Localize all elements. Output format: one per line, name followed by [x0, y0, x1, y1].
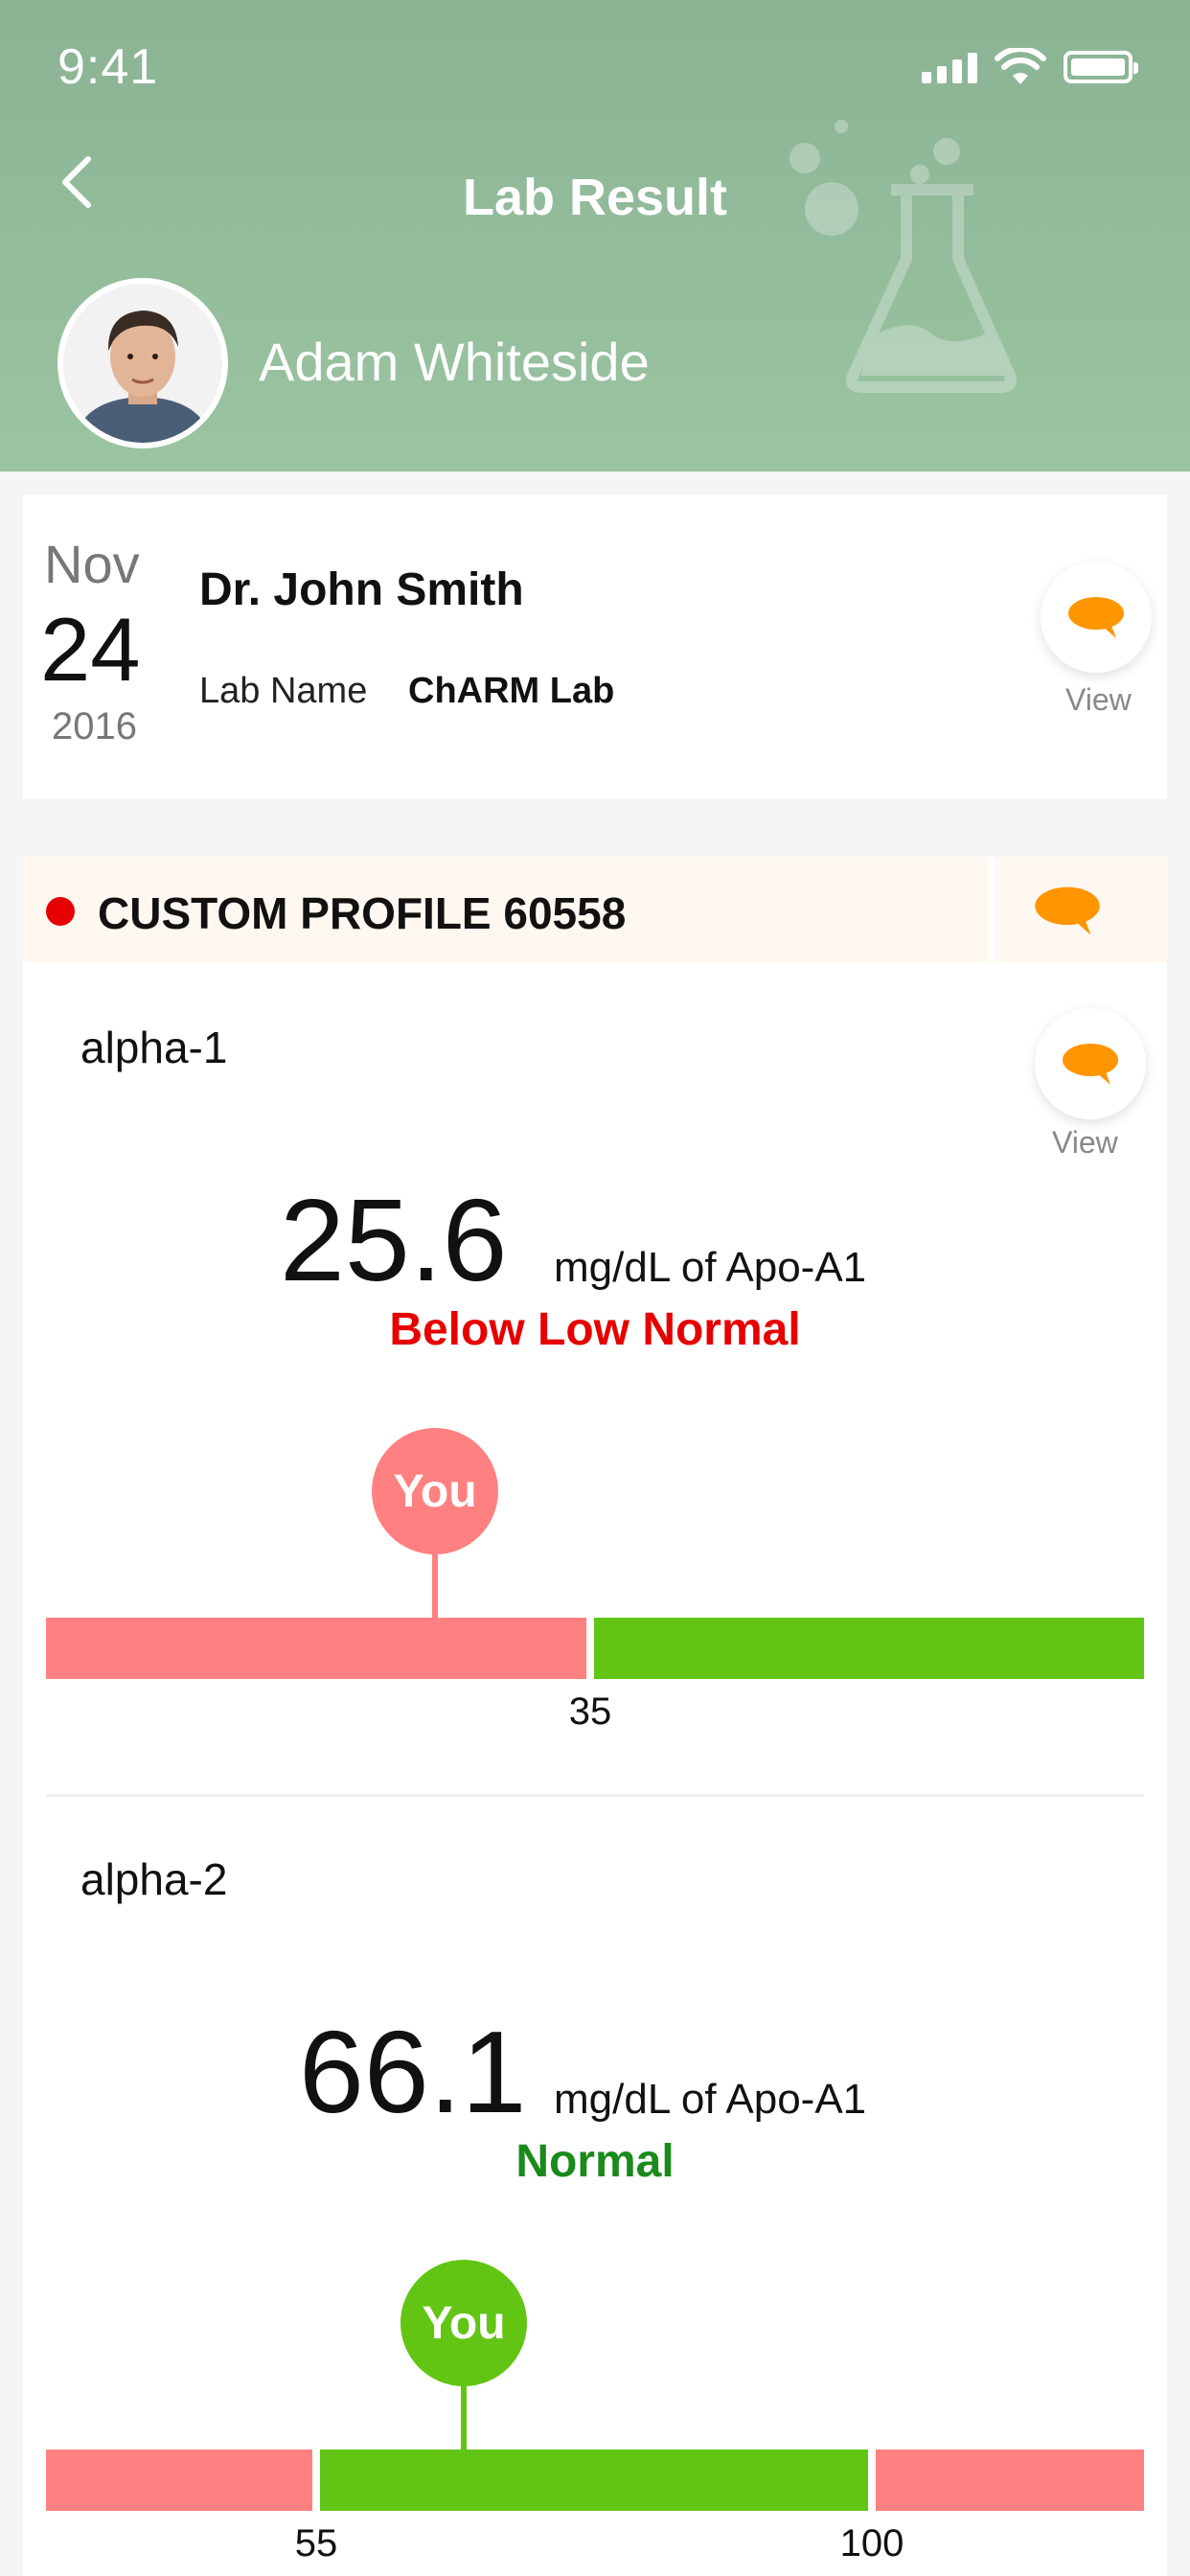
- you-marker-label: You: [393, 1465, 477, 1517]
- header: 9:41 Lab Result Adam Whiteside: [0, 0, 1190, 472]
- doctor-name: Dr. John Smith: [199, 564, 524, 615]
- profile-header: CUSTOM PROFILE 60558: [23, 857, 1167, 962]
- avatar[interactable]: [57, 278, 228, 448]
- divider: [46, 1794, 1144, 1797]
- threshold-label: 100: [839, 2522, 904, 2564]
- test-status: Below Low Normal: [389, 1304, 801, 1355]
- range-low: [46, 1618, 586, 1679]
- test-name: alpha-1: [80, 1023, 228, 1072]
- you-marker: You: [372, 1428, 498, 1554]
- marker-stem: [461, 2384, 467, 2450]
- wifi-icon: [995, 48, 1046, 84]
- visit-month: Nov: [44, 534, 140, 594]
- visit-day: 24: [40, 599, 141, 700]
- test-name: alpha-2: [80, 1854, 228, 1904]
- threshold-label: 55: [294, 2522, 338, 2564]
- profile-title: CUSTOM PROFILE 60558: [98, 888, 627, 938]
- test-value: 25.6: [280, 1175, 508, 1305]
- test-unit: mg/dL of Apo-A1: [554, 1244, 867, 1291]
- visit-card: Nov 24 2016 Dr. John Smith Lab Name ChAR…: [23, 494, 1167, 799]
- battery-icon: [1064, 51, 1138, 83]
- threshold-label: 35: [568, 1690, 612, 1733]
- test-status: Normal: [515, 2136, 675, 2187]
- status-time: 9:41: [57, 39, 159, 95]
- test-view-label[interactable]: View: [1052, 1125, 1118, 1161]
- you-marker-label: You: [422, 2297, 506, 2349]
- test-view-button[interactable]: [1035, 1008, 1146, 1119]
- lab-name-value: ChARM Lab: [408, 671, 615, 711]
- divider: [989, 857, 995, 962]
- comment-icon: [1068, 597, 1124, 638]
- patient-name: Adam Whiteside: [259, 332, 650, 392]
- visit-view-label[interactable]: View: [1065, 682, 1132, 718]
- flask-icon: [790, 120, 1017, 393]
- range-normal: [594, 1618, 1144, 1679]
- lab-name-label: Lab Name: [199, 671, 368, 711]
- profile-card: CUSTOM PROFILE 60558 alpha-1 View 25.6 m…: [23, 857, 1167, 2576]
- range-normal: [320, 2450, 868, 2511]
- marker-stem: [432, 1552, 438, 1618]
- range-low: [46, 2450, 312, 2511]
- visit-view-button[interactable]: [1041, 562, 1152, 673]
- profile-comment-button[interactable]: [1033, 884, 1102, 942]
- comment-icon: [1063, 1044, 1118, 1085]
- comment-icon: [1035, 886, 1100, 935]
- you-marker: You: [400, 2260, 527, 2386]
- test-unit: mg/dL of Apo-A1: [554, 2076, 867, 2123]
- status-icons: [922, 48, 1138, 86]
- test-value: 66.1: [299, 2007, 527, 2137]
- patient-photo: [63, 284, 222, 443]
- range-high: [876, 2450, 1144, 2511]
- cellular-signal-icon: [922, 51, 977, 83]
- status-dot: [46, 897, 75, 926]
- visit-year: 2016: [52, 705, 137, 748]
